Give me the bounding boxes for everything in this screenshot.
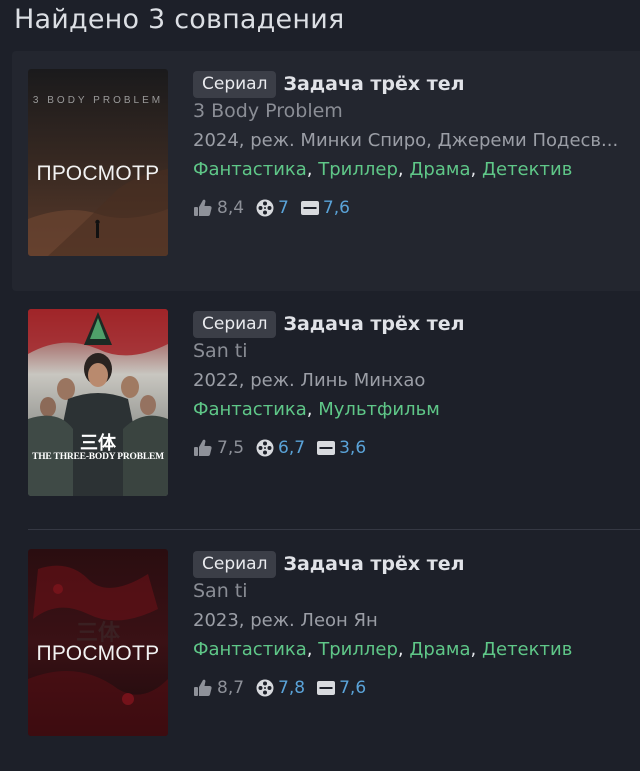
film-reel-icon <box>256 439 274 457</box>
year-director: 2024, реж. Минки Спиро, Джереми Подесв..… <box>193 130 619 151</box>
poster-overlay-label: ПРОСМОТР <box>36 642 160 665</box>
imdb-rating: 3,6 <box>317 438 366 458</box>
poster-caption: THE THREE-BODY PROBLEM <box>32 452 164 462</box>
kp-rating: 7 <box>256 198 289 218</box>
type-badge: Сериал <box>193 310 277 338</box>
original-title: San ti <box>193 340 248 362</box>
imdb-icon <box>317 681 336 695</box>
genre-list: Фантастика, Мультфильм <box>193 399 440 420</box>
imdb-icon <box>317 441 336 455</box>
result-title[interactable]: Задача трёх тел <box>283 73 464 95</box>
divider <box>28 529 640 530</box>
original-title: 3 Body Problem <box>193 100 343 122</box>
film-reel-icon <box>256 679 274 697</box>
ratings: 8,4 7 7,6 <box>193 198 640 218</box>
ratings: 7,5 6,7 3,6 <box>193 438 640 458</box>
poster[interactable]: 三体 THE THREE-BODY PROBLEM <box>28 309 168 496</box>
poster[interactable]: 三体 ПРОСМОТР <box>28 549 168 736</box>
poster[interactable]: 3 BODY PROBLEM ПРОСМОТР <box>28 69 168 256</box>
genre-link[interactable]: Триллер <box>318 159 398 180</box>
year-director: 2022, реж. Линь Минхао <box>193 370 426 391</box>
kp-rating: 6,7 <box>256 438 305 458</box>
genre-link[interactable]: Фантастика <box>193 159 307 180</box>
year-director: 2023, реж. Леон Ян <box>193 610 378 631</box>
thumbs-up-icon <box>193 199 213 217</box>
result-item[interactable]: 3 BODY PROBLEM ПРОСМОТР Сериал Задача тр… <box>12 51 640 291</box>
likes-rating: 8,4 <box>193 198 244 218</box>
thumbs-up-icon <box>193 679 213 697</box>
poster-caption: 3 BODY PROBLEM <box>32 95 164 106</box>
imdb-rating: 7,6 <box>300 198 350 218</box>
imdb-icon <box>300 201 319 215</box>
likes-rating: 8,7 <box>193 678 244 698</box>
genre-link[interactable]: Детектив <box>482 159 572 180</box>
genre-link[interactable]: Фантастика <box>193 639 307 660</box>
result-title[interactable]: Задача трёх тел <box>283 553 464 575</box>
results-count-heading: Найдено 3 совпадения <box>14 4 345 35</box>
film-reel-icon <box>256 199 274 217</box>
genre-link[interactable]: Драма <box>409 159 470 180</box>
genre-link[interactable]: Мультфильм <box>318 399 440 420</box>
genre-link[interactable]: Детектив <box>482 639 572 660</box>
result-item[interactable]: 三体 ПРОСМОТР Сериал Задача трёх тел San t… <box>12 531 640 771</box>
genre-link[interactable]: Триллер <box>318 639 398 660</box>
genre-list: Фантастика, Триллер, Драма, Детектив <box>193 639 573 660</box>
likes-rating: 7,5 <box>193 438 244 458</box>
genre-link[interactable]: Драма <box>409 639 470 660</box>
kp-rating: 7,8 <box>256 678 305 698</box>
genre-list: Фантастика, Триллер, Драма, Детектив <box>193 159 573 180</box>
result-item[interactable]: 三体 THE THREE-BODY PROBLEM Сериал Задача … <box>12 291 640 531</box>
thumbs-up-icon <box>193 439 213 457</box>
genre-link[interactable]: Фантастика <box>193 399 307 420</box>
type-badge: Сериал <box>193 70 277 98</box>
type-badge: Сериал <box>193 550 277 578</box>
imdb-rating: 7,6 <box>317 678 366 698</box>
ratings: 8,7 7,8 7,6 <box>193 678 640 698</box>
poster-overlay-label: ПРОСМОТР <box>36 162 160 185</box>
original-title: San ti <box>193 580 248 602</box>
result-title[interactable]: Задача трёх тел <box>283 313 464 335</box>
